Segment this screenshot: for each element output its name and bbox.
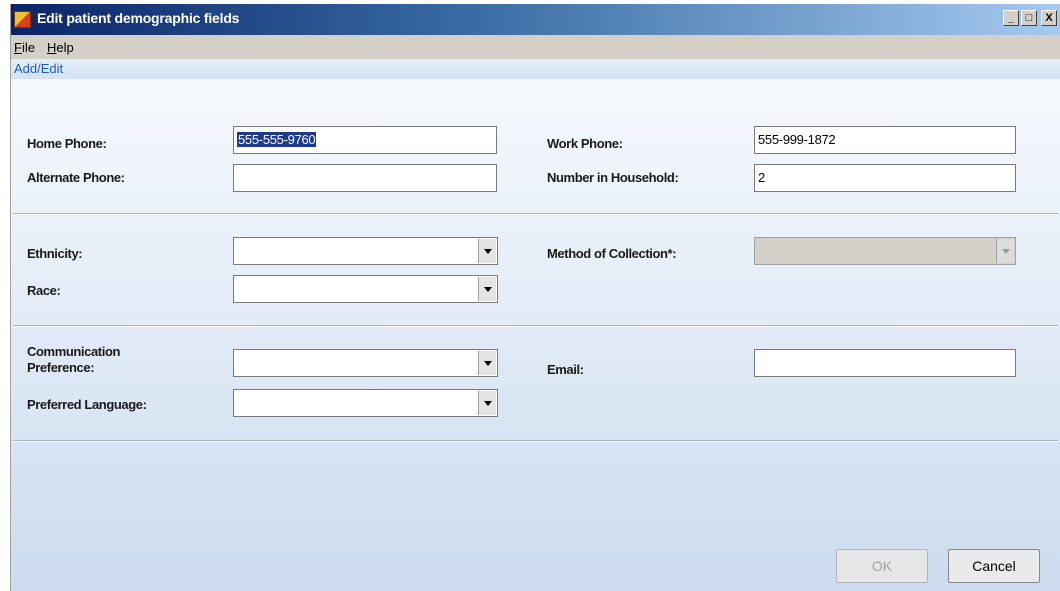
race-dropdown-button[interactable]: [478, 277, 496, 301]
communication-preference-dropdown-button[interactable]: [478, 351, 496, 375]
method-of-collection-dropdown-button[interactable]: [996, 239, 1014, 263]
chevron-down-icon: [483, 248, 492, 254]
app-icon: [14, 11, 31, 28]
chevron-down-icon: [483, 286, 492, 292]
menu-file-mnemonic: F: [14, 39, 22, 55]
window-title: Edit patient demographic fields: [37, 10, 240, 26]
alternate-phone-label: Alternate Phone:: [27, 170, 125, 185]
close-button[interactable]: X: [1041, 10, 1057, 26]
ethnicity-dropdown[interactable]: [233, 237, 498, 265]
work-phone-input[interactable]: 555-999-1872: [754, 126, 1016, 154]
communication-preference-label: Communication Preference:: [27, 344, 120, 376]
minimize-icon: _: [1007, 12, 1015, 24]
close-icon: X: [1045, 12, 1053, 24]
maximize-button[interactable]: □: [1021, 10, 1037, 26]
method-of-collection-label: Method of Collection*:: [547, 246, 677, 261]
menu-file-label: ile: [21, 39, 35, 55]
alternate-phone-input[interactable]: [233, 164, 497, 192]
ethnicity-dropdown-button[interactable]: [478, 239, 496, 263]
chevron-down-icon: [1001, 248, 1010, 254]
menu-help[interactable]: Help: [41, 40, 80, 55]
communication-preference-label-line1: Communication: [27, 344, 121, 359]
cancel-button[interactable]: Cancel: [948, 549, 1040, 583]
number-in-household-label: Number in Household:: [547, 170, 679, 185]
number-in-household-input[interactable]: 2: [754, 164, 1016, 192]
preferred-language-label: Preferred Language:: [27, 397, 147, 412]
communication-preference-dropdown[interactable]: [233, 349, 498, 377]
section-separator: [13, 213, 1058, 215]
minimize-button[interactable]: _: [1003, 10, 1019, 26]
preferred-language-dropdown-button[interactable]: [478, 391, 496, 415]
section-separator: [13, 325, 1058, 327]
home-phone-label: Home Phone:: [27, 136, 107, 151]
chevron-down-icon: [483, 360, 492, 366]
dialog-window: Edit patient demographic fields _ □ X Fi…: [10, 4, 1060, 591]
home-phone-input[interactable]: 555-555-9760: [233, 126, 497, 154]
maximize-icon: □: [1025, 12, 1033, 24]
email-label: Email:: [547, 362, 584, 377]
email-input[interactable]: [754, 349, 1016, 377]
title-bar[interactable]: Edit patient demographic fields _ □ X: [11, 4, 1060, 35]
section-separator: [13, 440, 1058, 442]
form-panel: Home Phone: 555-555-9760 Work Phone: 555…: [11, 79, 1060, 591]
ethnicity-label: Ethnicity:: [27, 246, 83, 261]
race-dropdown[interactable]: [233, 275, 498, 303]
toolstrip: Add/Edit: [11, 59, 1060, 79]
work-phone-label: Work Phone:: [547, 136, 623, 151]
window-controls: _ □ X: [1003, 10, 1057, 26]
menu-help-mnemonic: H: [46, 39, 57, 55]
menu-file[interactable]: File: [11, 40, 41, 55]
method-of-collection-dropdown[interactable]: [754, 237, 1016, 265]
preferred-language-dropdown[interactable]: [233, 389, 498, 417]
menu-bar: File Help: [11, 35, 1060, 59]
chevron-down-icon: [483, 400, 492, 406]
race-label: Race:: [27, 283, 61, 298]
ok-button[interactable]: OK: [836, 549, 928, 583]
communication-preference-label-line2: Preference:: [27, 360, 95, 375]
add-edit-label[interactable]: Add/Edit: [11, 61, 63, 76]
menu-help-label: elp: [56, 39, 74, 55]
home-phone-value: 555-555-9760: [237, 132, 317, 147]
